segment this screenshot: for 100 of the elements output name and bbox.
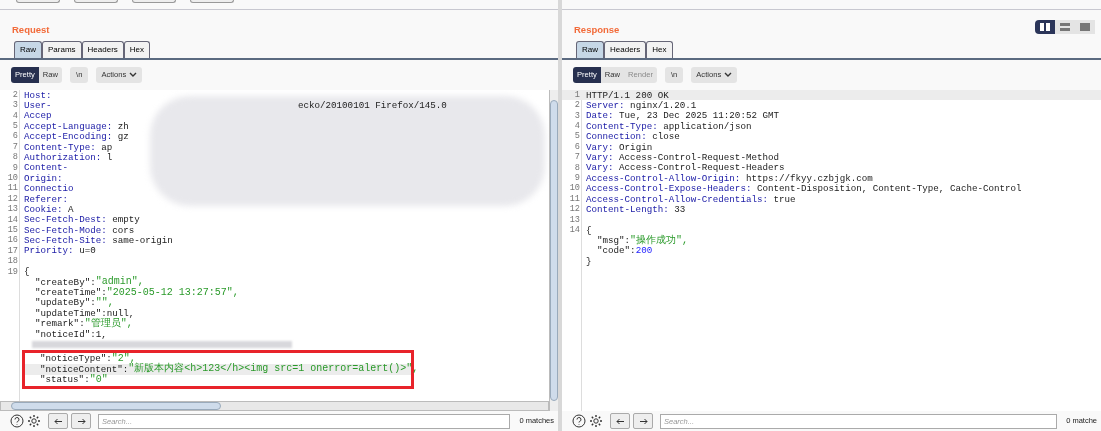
vertical-scrollbar[interactable] [549,90,558,411]
next-button[interactable] [633,413,653,429]
code-text: "createTime": [34,288,107,298]
code-text: A [67,204,74,215]
line-number: 14 [7,215,18,225]
line-number: 3 [12,101,18,110]
single-pane-icon [1080,23,1090,31]
layout-toggle[interactable] [1035,20,1055,34]
line-number: 6 [574,142,580,152]
code-text: 33 [673,204,686,215]
code-text: "2025-05-12 13:27:57", [106,287,239,298]
panel-title: Request [12,23,50,37]
header-name: Content-Length: [586,204,669,215]
line-number: 8 [574,163,580,173]
header-name: User- [24,101,52,111]
code-text: close [652,132,680,142]
line-number: 5 [574,132,580,142]
line-number: 4 [12,111,18,121]
code-text: ecko/20100101 Firefox/145.0 [298,100,447,111]
columns-icon [1040,23,1050,31]
arrow-left-icon [615,417,625,425]
code-text: "管理员", [84,318,133,329]
code-text: { [586,225,592,235]
code-text: l [106,152,113,163]
tab[interactable]: Raw [576,41,604,58]
code-text: Tue, 23 Dec 2025 11:20:52 GMT [618,111,779,121]
code-text: } [586,256,592,267]
code-text: "", [95,298,114,308]
code-text: empty [111,215,140,225]
tab[interactable]: Hex [646,41,673,58]
arrow-left-icon [53,417,63,425]
layout-toggle[interactable] [1075,20,1095,34]
help-icon[interactable] [10,414,24,428]
tab[interactable]: Params [42,41,82,58]
code-text: application/json [662,121,752,131]
settings-icon[interactable] [27,414,41,428]
previous-button[interactable] [48,413,68,429]
header-name: Access-Control-Expose-Headers: [586,184,752,194]
header-name: Sec-Fetch-Dest: [24,215,107,225]
header-name: Access-Control-Allow-Origin: [586,173,741,183]
rows-icon [1060,23,1070,31]
settings-icon[interactable] [589,414,603,428]
code-text: "updateTime":null, [34,308,135,318]
code-text: "noticeId":1, [34,329,107,339]
code-text: cors [111,225,135,235]
header-name: Referer: [24,194,69,204]
line-number: 9 [12,163,18,173]
line-number: 15 [7,225,18,235]
code-text: "0" [89,374,108,385]
layout-toggle[interactable] [1055,20,1075,34]
line-number: 14 [569,225,580,235]
code-text: "status": [39,375,90,385]
code-text: "code": [596,246,636,256]
code-text: https://fkyy.czbjgk.com [744,173,873,183]
header-name: Vary: [586,152,614,163]
code-text: Content-Disposition, Content-Type, Cache-Control [755,184,1022,194]
line-number: 10 [569,184,580,193]
previous-button[interactable] [610,413,630,429]
code-text: HTTP/1.1 200 OK [586,90,669,100]
help-icon[interactable] [572,414,586,428]
code-text: "2", [111,353,136,364]
tab[interactable]: Headers [81,41,124,58]
line-number: 13 [569,215,580,225]
chevron-down-icon [724,72,733,78]
header-name: Vary: [586,163,614,173]
code-text: "createBy": [34,277,96,287]
code-text: gz [116,132,129,142]
line-number: 11 [7,184,18,193]
code-text: "updateBy": [34,298,96,308]
line-number: 2 [12,90,18,100]
line-number: 18 [7,257,18,266]
line-number: 13 [7,205,18,214]
header-name: Date: [586,111,614,121]
header-name: Accept-Encoding: [24,132,113,142]
horizontal-scrollbar[interactable] [0,401,549,411]
header-name: Cookie: [24,204,63,215]
code-text: same-origin [111,236,173,246]
code-text: "操作成功", [630,235,689,246]
code-text: "noticeType": [39,354,112,364]
header-name: Connection: [586,132,647,142]
tab[interactable]: Headers [604,41,647,58]
line-number: 16 [7,236,18,245]
code-text: "remark": [34,319,85,329]
code-text: zh [116,121,129,131]
code-text: 200 [635,246,653,256]
next-button[interactable] [71,413,91,429]
code-text: Access-Control-Request-Method [618,152,779,163]
line-number: 7 [574,153,580,162]
tab[interactable]: Raw [14,41,42,58]
code-text: true [772,194,796,204]
line-number: 17 [7,246,18,256]
line-number: 2 [574,101,580,110]
line-number: 4 [574,122,580,131]
line-number: 3 [574,111,580,121]
header-name: Server: [586,101,625,111]
line-number: 19 [7,267,18,277]
tab[interactable]: Hex [123,41,151,58]
line-number: 9 [574,174,580,183]
line-number: 7 [12,142,18,152]
header-name: Access-Control-Allow-Credentials: [586,194,768,204]
